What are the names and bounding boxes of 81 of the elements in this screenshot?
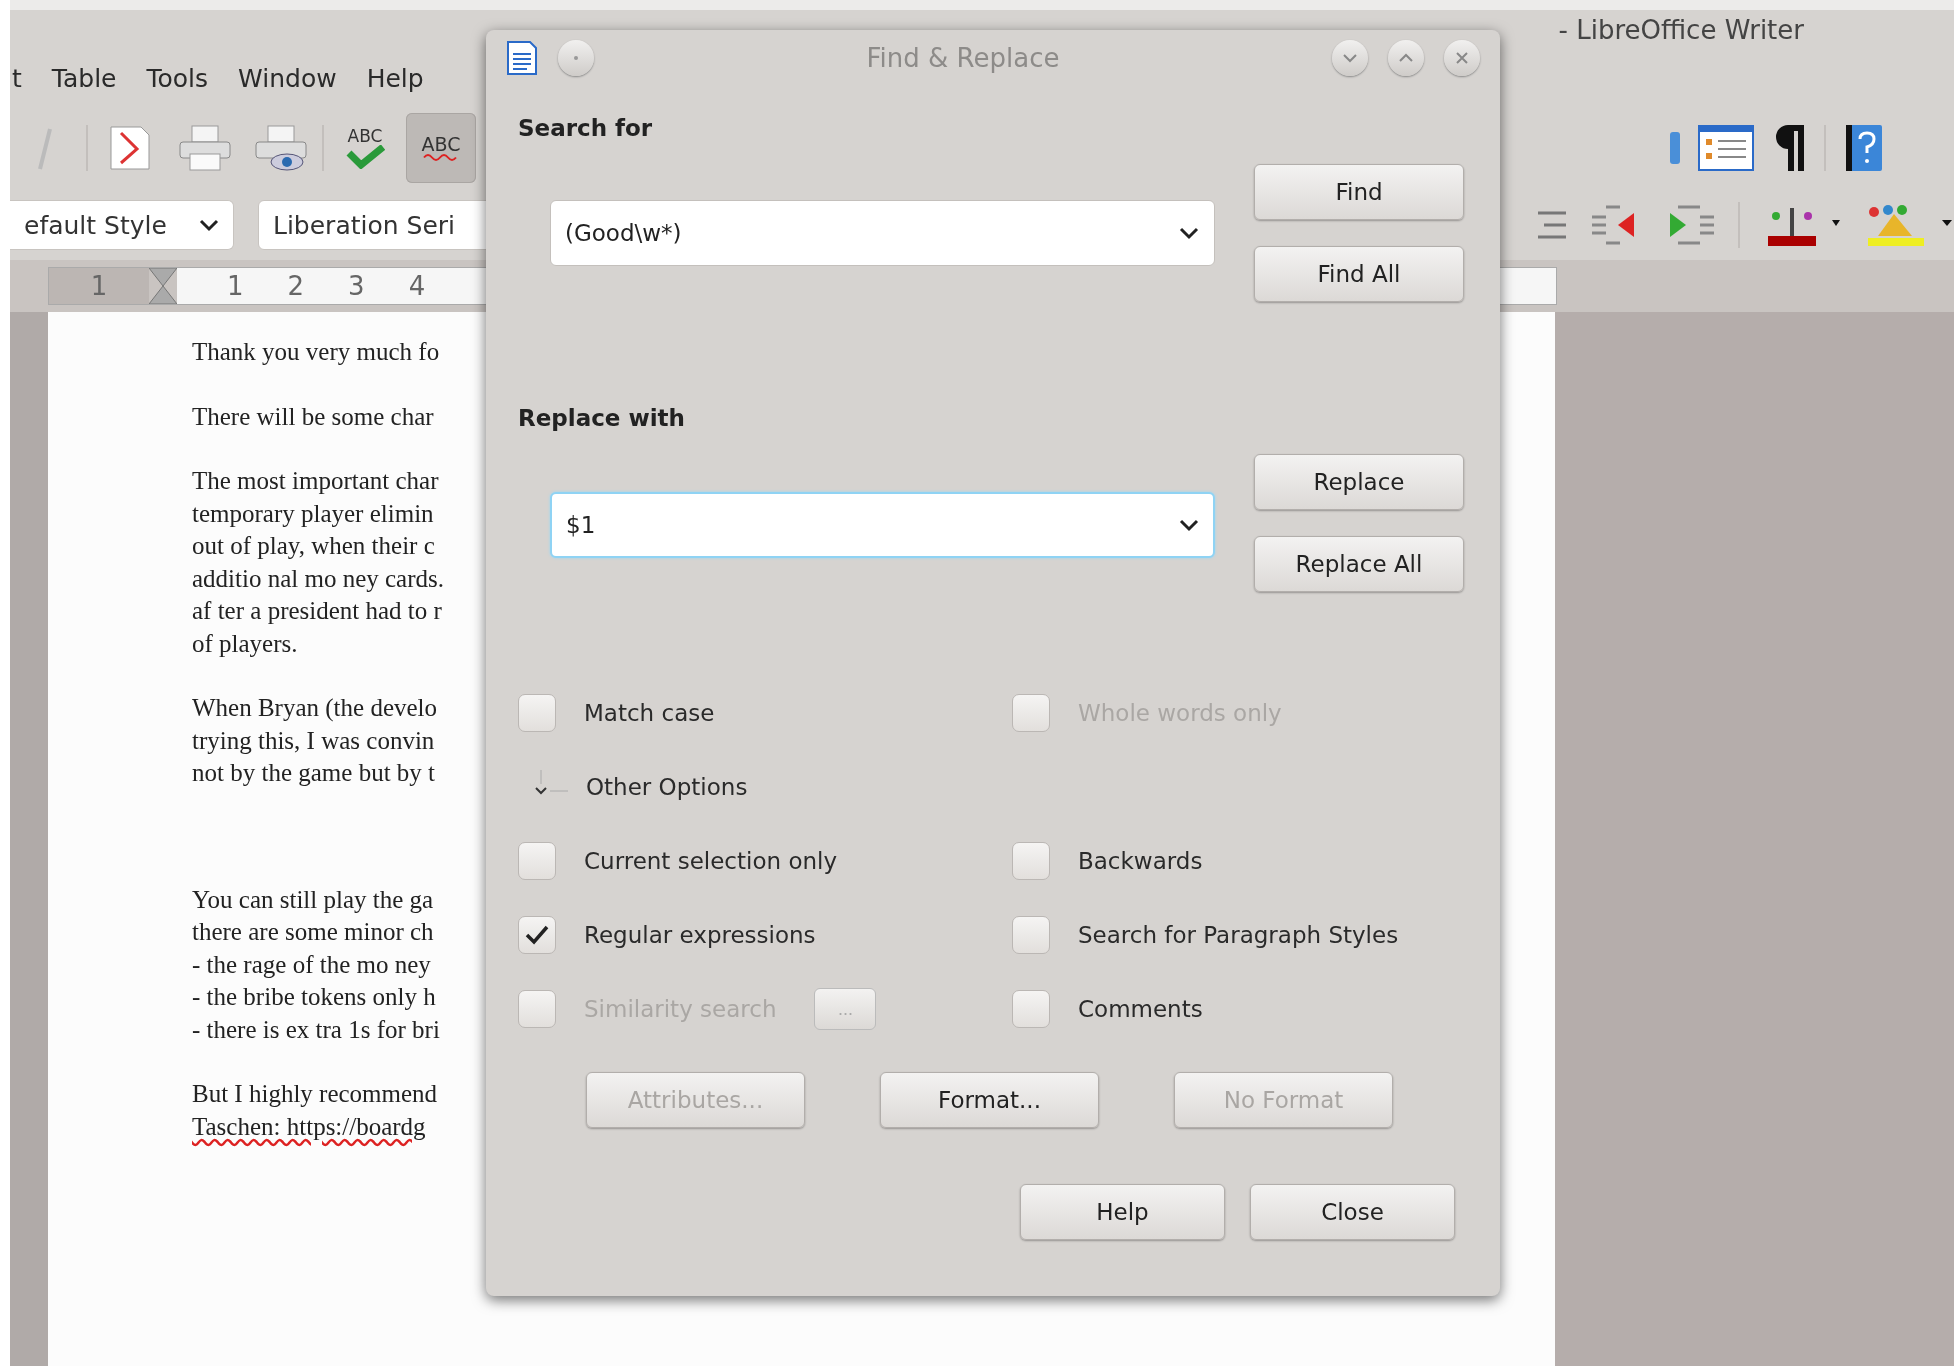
close-button[interactable] [1444, 39, 1480, 76]
replace-button[interactable]: Replace All [1254, 536, 1464, 592]
chevron-up-icon [1398, 52, 1414, 63]
check-icon [345, 144, 385, 169]
dropdown-icon [1179, 226, 1199, 240]
help-book-icon [1844, 123, 1884, 173]
ruler-number: 1 [227, 271, 244, 301]
caret-icon [199, 218, 219, 232]
document-text-line: When Bryan (the develo [192, 693, 438, 724]
document-text-line: trying this, I was convin [192, 725, 435, 756]
document-text-line: additio nal mo ney cards. [192, 563, 444, 594]
other-options-label[interactable]: Other Options [586, 774, 748, 800]
option-label: Current selection only [584, 848, 838, 874]
ruler-number: 3 [348, 271, 365, 301]
checkbox[interactable] [518, 694, 556, 732]
ruler-number: 2 [287, 271, 305, 301]
option-label: Comments [1078, 996, 1203, 1022]
pin-button[interactable] [558, 39, 594, 76]
checkbox[interactable] [1012, 842, 1050, 880]
dialog-title: Find & Replace [865, 42, 1061, 73]
check-icon [525, 925, 549, 945]
dialog-button[interactable]: Close [1250, 1184, 1455, 1240]
chevron-down-icon [1342, 52, 1358, 63]
document-text-line: But I highly recommend [192, 1079, 438, 1109]
menu-item[interactable]: Window [238, 63, 337, 93]
printer-icon [178, 124, 232, 172]
search-for-label: Search for [518, 115, 654, 141]
document-text-line: There will be some char [192, 401, 434, 432]
checkbox[interactable] [518, 842, 556, 880]
document-text-line: out of play, when their c [192, 531, 435, 561]
print-preview-icon [254, 124, 308, 172]
menu-item[interactable]: Help [366, 63, 424, 93]
combo-value: efault Style [24, 210, 167, 240]
wavy-underline-icon [423, 154, 459, 161]
checkbox[interactable] [1012, 916, 1050, 954]
document-text-line: not by the game but by t [192, 758, 436, 788]
close-icon [1455, 50, 1469, 65]
icon-label: ABC [421, 135, 461, 154]
document-text-line: temporary player elimin [192, 498, 434, 529]
document-text-line: - the rage of the mo ney [192, 949, 431, 980]
document-text-line: of players. [192, 628, 298, 659]
icon-label: ABC [347, 127, 383, 145]
replace-button[interactable]: Replace [1254, 454, 1464, 510]
replace-field[interactable]: $1 [550, 492, 1215, 558]
menu-item[interactable]: Table [51, 63, 117, 93]
document-text-line: there are some minor ch [192, 917, 434, 947]
search-field[interactable]: (Good\w*) [550, 200, 1215, 266]
dropdown-icon [1179, 518, 1199, 532]
find-button[interactable]: Find [1254, 164, 1464, 220]
dot-icon [574, 55, 578, 60]
window-title: - LibreOffice Writer [1558, 15, 1804, 45]
toolbar-button[interactable]: ABC [406, 113, 476, 183]
pdf-icon [107, 125, 151, 171]
document-text-line: You can still play the ga [192, 884, 434, 915]
document-icon [506, 39, 538, 76]
option-label: Search for Paragraph Styles [1078, 922, 1399, 948]
document-text-line: af ter a president had to r [192, 596, 442, 626]
attribute-button[interactable]: Format... [880, 1072, 1099, 1128]
document-text-line: The most important char [192, 466, 439, 496]
ruler-number: 4 [408, 271, 426, 301]
menu-item[interactable]: t [12, 63, 22, 93]
maximize-button[interactable] [1388, 39, 1424, 76]
checkbox[interactable] [518, 916, 556, 954]
paragraph-style-combo[interactable]: efault Style [10, 200, 234, 250]
find-button[interactable]: Find All [1254, 246, 1464, 302]
replace-with-label: Replace with [518, 405, 686, 431]
menu-item[interactable]: Tools [146, 63, 209, 93]
option-label: Match case [584, 700, 715, 726]
ruler-number: 1 [90, 271, 108, 301]
option-label: Regular expressions [584, 922, 816, 948]
combo-value: Liberation Seri [273, 210, 456, 240]
checkbox[interactable] [1012, 990, 1050, 1028]
list-window-icon [1698, 125, 1754, 171]
document-text-line: Thank you very much fo [192, 337, 440, 367]
toolbar-button[interactable]: ABC [330, 113, 400, 183]
dialog-button[interactable]: Help [1020, 1184, 1225, 1240]
option-label: Backwards [1078, 848, 1203, 874]
minimize-button[interactable] [1332, 39, 1368, 76]
document-text-line: Taschen: https://boardg [192, 1111, 426, 1142]
document-text-line: - there is ex tra 1s for bri [192, 1014, 440, 1045]
document-text-line: - the bribe tokens only h [192, 982, 436, 1012]
